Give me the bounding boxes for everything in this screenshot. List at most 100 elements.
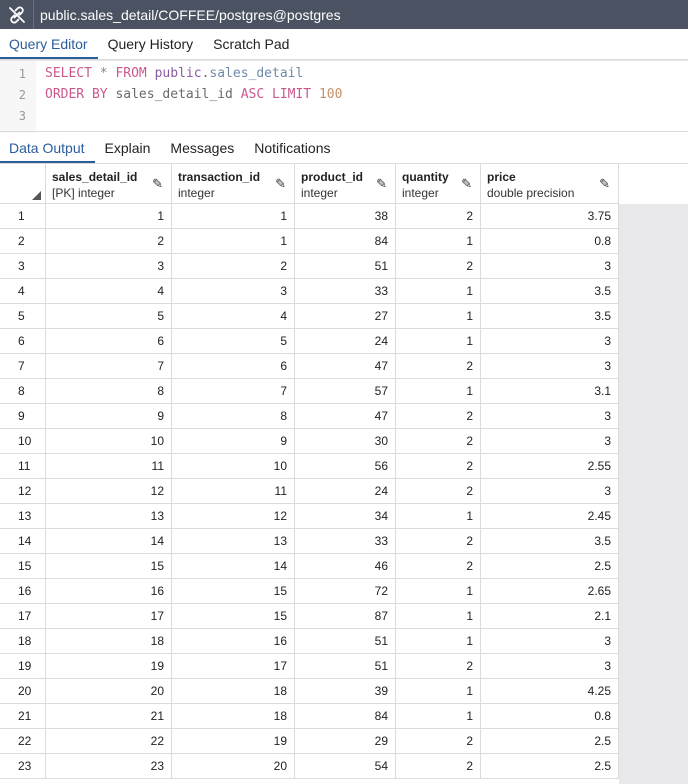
table-cell[interactable]: 1 xyxy=(396,329,481,354)
row-number[interactable]: 3 xyxy=(0,254,46,279)
pencil-icon[interactable]: ✎ xyxy=(152,176,163,192)
row-number[interactable]: 5 xyxy=(0,304,46,329)
table-row[interactable]: 11 11 10 56 2 2.55 xyxy=(0,454,619,479)
table-cell[interactable]: 15 xyxy=(46,554,172,579)
table-cell[interactable]: 3.5 xyxy=(481,279,619,304)
table-cell[interactable]: 3.5 xyxy=(481,304,619,329)
table-cell[interactable]: 11 xyxy=(46,454,172,479)
table-cell[interactable]: 3 xyxy=(481,654,619,679)
table-row[interactable]: 14 14 13 33 2 3.5 xyxy=(0,529,619,554)
table-cell[interactable]: 16 xyxy=(46,579,172,604)
row-number[interactable]: 4 xyxy=(0,279,46,304)
table-cell[interactable]: 57 xyxy=(295,379,396,404)
table-cell[interactable]: 12 xyxy=(46,479,172,504)
column-header-quantity[interactable]: quantity integer ✎ xyxy=(396,164,481,204)
table-cell[interactable]: 18 xyxy=(172,679,295,704)
table-cell[interactable]: 2 xyxy=(46,229,172,254)
table-cell[interactable]: 1 xyxy=(396,629,481,654)
result-grid[interactable]: sales_detail_id [PK] integer ✎ transaction_… xyxy=(0,164,688,784)
table-cell[interactable]: 23 xyxy=(46,754,172,779)
table-cell[interactable]: 27 xyxy=(295,304,396,329)
table-cell[interactable]: 2 xyxy=(396,404,481,429)
table-cell[interactable]: 51 xyxy=(295,254,396,279)
table-cell[interactable]: 0.8 xyxy=(481,229,619,254)
tab-scratch-pad[interactable]: Scratch Pad xyxy=(203,30,299,59)
table-cell[interactable]: 3 xyxy=(481,629,619,654)
row-number[interactable]: 18 xyxy=(0,629,46,654)
table-cell[interactable]: 19 xyxy=(172,729,295,754)
table-cell[interactable]: 3.75 xyxy=(481,204,619,229)
table-cell[interactable]: 2.5 xyxy=(481,554,619,579)
row-number[interactable]: 2 xyxy=(0,229,46,254)
pencil-icon[interactable]: ✎ xyxy=(599,176,610,192)
table-cell[interactable]: 1 xyxy=(396,579,481,604)
table-cell[interactable]: 51 xyxy=(295,654,396,679)
row-number[interactable]: 14 xyxy=(0,529,46,554)
table-cell[interactable]: 84 xyxy=(295,229,396,254)
table-cell[interactable]: 39 xyxy=(295,679,396,704)
table-cell[interactable]: 3 xyxy=(481,404,619,429)
table-cell[interactable]: 2 xyxy=(396,529,481,554)
table-cell[interactable]: 10 xyxy=(172,454,295,479)
table-cell[interactable]: 47 xyxy=(295,404,396,429)
row-number[interactable]: 11 xyxy=(0,454,46,479)
table-cell[interactable]: 2 xyxy=(172,254,295,279)
table-cell[interactable]: 46 xyxy=(295,554,396,579)
table-cell[interactable]: 38 xyxy=(295,204,396,229)
table-cell[interactable]: 2.5 xyxy=(481,754,619,779)
table-cell[interactable]: 2 xyxy=(396,554,481,579)
row-number[interactable]: 7 xyxy=(0,354,46,379)
table-row[interactable]: 5 5 4 27 1 3.5 xyxy=(0,304,619,329)
table-cell[interactable]: 22 xyxy=(46,729,172,754)
row-number[interactable]: 15 xyxy=(0,554,46,579)
row-number[interactable]: 12 xyxy=(0,479,46,504)
table-cell[interactable]: 30 xyxy=(295,429,396,454)
table-row[interactable]: 22 22 19 29 2 2.5 xyxy=(0,729,619,754)
table-cell[interactable]: 47 xyxy=(295,354,396,379)
table-cell[interactable]: 3 xyxy=(481,329,619,354)
table-cell[interactable]: 18 xyxy=(172,704,295,729)
table-cell[interactable]: 2 xyxy=(396,654,481,679)
pencil-icon[interactable]: ✎ xyxy=(376,176,387,192)
table-cell[interactable]: 2.5 xyxy=(481,729,619,754)
table-row[interactable]: 15 15 14 46 2 2.5 xyxy=(0,554,619,579)
table-row[interactable]: 1 1 1 38 2 3.75 xyxy=(0,204,619,229)
table-cell[interactable]: 2 xyxy=(396,754,481,779)
table-row[interactable]: 19 19 17 51 2 3 xyxy=(0,654,619,679)
table-cell[interactable]: 87 xyxy=(295,604,396,629)
column-header-product-id[interactable]: product_id integer ✎ xyxy=(295,164,396,204)
table-row[interactable]: 10 10 9 30 2 3 xyxy=(0,429,619,454)
table-cell[interactable]: 1 xyxy=(396,704,481,729)
table-row[interactable]: 13 13 12 34 1 2.45 xyxy=(0,504,619,529)
table-cell[interactable]: 51 xyxy=(295,629,396,654)
select-all-corner[interactable] xyxy=(0,164,46,204)
table-cell[interactable]: 24 xyxy=(295,329,396,354)
column-header-transaction-id[interactable]: transaction_id integer ✎ xyxy=(172,164,295,204)
table-cell[interactable]: 4.25 xyxy=(481,679,619,704)
table-cell[interactable]: 3 xyxy=(172,279,295,304)
table-cell[interactable]: 2.45 xyxy=(481,504,619,529)
table-cell[interactable]: 15 xyxy=(172,579,295,604)
table-cell[interactable]: 56 xyxy=(295,454,396,479)
table-cell[interactable]: 24 xyxy=(295,479,396,504)
table-cell[interactable]: 10 xyxy=(46,429,172,454)
tab-notifications[interactable]: Notifications xyxy=(244,134,340,163)
table-row[interactable]: 18 18 16 51 1 3 xyxy=(0,629,619,654)
table-cell[interactable]: 33 xyxy=(295,279,396,304)
table-cell[interactable]: 13 xyxy=(46,504,172,529)
table-cell[interactable]: 3.1 xyxy=(481,379,619,404)
row-number[interactable]: 10 xyxy=(0,429,46,454)
table-cell[interactable]: 2 xyxy=(396,254,481,279)
table-row[interactable]: 8 8 7 57 1 3.1 xyxy=(0,379,619,404)
table-row[interactable]: 21 21 18 84 1 0.8 xyxy=(0,704,619,729)
table-cell[interactable]: 2.65 xyxy=(481,579,619,604)
row-number[interactable]: 1 xyxy=(0,204,46,229)
tab-query-history[interactable]: Query History xyxy=(98,30,204,59)
table-cell[interactable]: 7 xyxy=(172,379,295,404)
row-number[interactable]: 6 xyxy=(0,329,46,354)
table-row[interactable]: 6 6 5 24 1 3 xyxy=(0,329,619,354)
table-cell[interactable]: 29 xyxy=(295,729,396,754)
table-cell[interactable]: 1 xyxy=(46,204,172,229)
table-cell[interactable]: 3 xyxy=(481,429,619,454)
row-number[interactable]: 23 xyxy=(0,754,46,779)
